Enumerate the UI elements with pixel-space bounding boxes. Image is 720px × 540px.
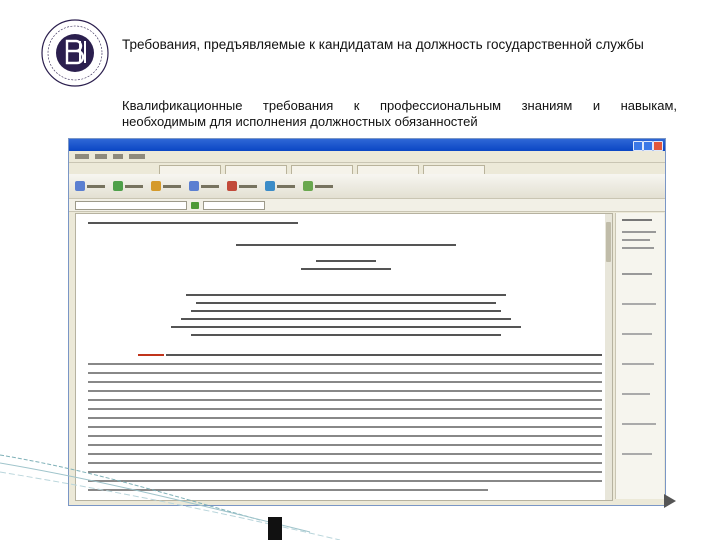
slide-subtitle: Квалификационные требования к профессион…: [122, 98, 677, 130]
window-titlebar: [69, 139, 665, 151]
document-page: [75, 213, 613, 501]
address-bar: [69, 199, 665, 212]
slide-title: Требования, предъявляемые к кандидатам н…: [122, 37, 644, 52]
toolbar-button: [303, 181, 333, 191]
toolbar-button: [75, 181, 105, 191]
maximize-icon: [643, 141, 653, 151]
tab: [159, 165, 221, 174]
toolbar-button: [151, 181, 181, 191]
tab: [225, 165, 287, 174]
subtitle-line-1: Квалификационные требования к профессион…: [122, 98, 677, 113]
menu-bar: [69, 151, 665, 163]
tab: [423, 165, 485, 174]
toolbar-button: [189, 181, 219, 191]
tab: [357, 165, 419, 174]
document-scrollbar: [605, 214, 612, 500]
browser-screenshot: [68, 138, 666, 506]
side-panel: [615, 213, 664, 499]
toolbar: [69, 174, 665, 199]
dark-bar: [268, 517, 282, 540]
tab: [291, 165, 353, 174]
browser-tabs: [69, 163, 665, 174]
toolbar-button: [227, 181, 257, 191]
subtitle-line-2: необходимым для исполнения должностных о…: [122, 114, 478, 129]
minimize-icon: [633, 141, 643, 151]
toolbar-button: [265, 181, 295, 191]
university-logo-icon: [41, 19, 109, 87]
toolbar-button: [113, 181, 143, 191]
close-icon: [653, 141, 663, 151]
